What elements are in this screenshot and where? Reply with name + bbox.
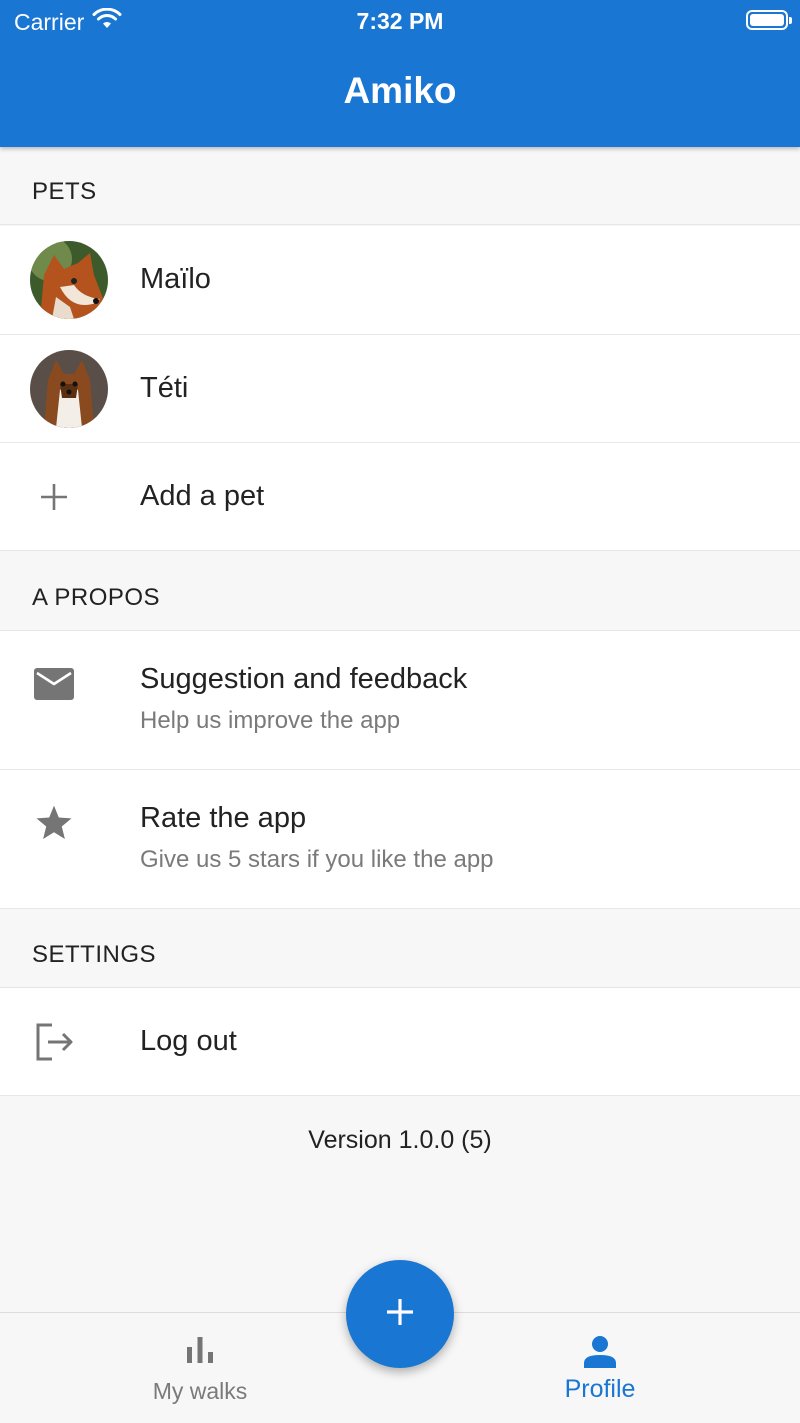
- feedback-title: Suggestion and feedback: [140, 663, 468, 695]
- status-bar: Carrier 7:32 PM: [0, 0, 800, 40]
- rate-app-subtitle: Give us 5 stars if you like the app: [140, 846, 494, 873]
- nav-item-my-walks[interactable]: My walks: [100, 1313, 300, 1423]
- section-header-label: SETTINGS: [32, 941, 157, 968]
- person-icon: [500, 1335, 700, 1369]
- logout-row[interactable]: Log out: [0, 988, 800, 1096]
- add-walk-fab[interactable]: [346, 1260, 454, 1368]
- version-label: Version 1.0.0 (5): [308, 1126, 492, 1154]
- feedback-subtitle: Help us improve the app: [140, 707, 401, 734]
- battery-icon: [746, 10, 792, 30]
- rate-app-title: Rate the app: [140, 802, 307, 834]
- plus-icon: [15, 458, 93, 536]
- pet-row-mailo[interactable]: Maïlo: [0, 226, 800, 335]
- logout-icon: [15, 1003, 93, 1081]
- pet-name: Téti: [140, 372, 189, 404]
- nav-item-profile[interactable]: Profile: [500, 1313, 700, 1423]
- star-icon: [15, 784, 93, 862]
- pet-row-teti[interactable]: Téti: [0, 335, 800, 443]
- section-header-settings: SETTINGS: [0, 909, 800, 988]
- section-header-label: A PROPOS: [32, 584, 161, 611]
- pet-name: Maïlo: [140, 263, 211, 295]
- nav-label: My walks: [152, 1378, 248, 1404]
- feedback-row[interactable]: Suggestion and feedback Help us improve …: [0, 631, 800, 770]
- pet-avatar: [30, 241, 108, 319]
- plus-icon: [385, 1297, 415, 1332]
- nav-label: Profile: [564, 1375, 636, 1403]
- bar-chart-icon: [100, 1335, 300, 1363]
- add-pet-row[interactable]: Add a pet: [0, 443, 800, 551]
- section-header-pets: PETS: [0, 147, 800, 225]
- logout-label: Log out: [140, 1025, 237, 1057]
- rate-app-row[interactable]: Rate the app Give us 5 stars if you like…: [0, 770, 800, 909]
- mail-icon: [15, 645, 93, 723]
- section-header-label: PETS: [32, 178, 97, 205]
- section-header-about: A PROPOS: [0, 551, 800, 631]
- app-bar: Carrier 7:32 PM Amiko: [0, 0, 800, 147]
- page-title: Amiko: [343, 70, 457, 111]
- pet-avatar: [30, 350, 108, 428]
- status-time: 7:32 PM: [356, 8, 444, 34]
- add-pet-label: Add a pet: [140, 480, 265, 512]
